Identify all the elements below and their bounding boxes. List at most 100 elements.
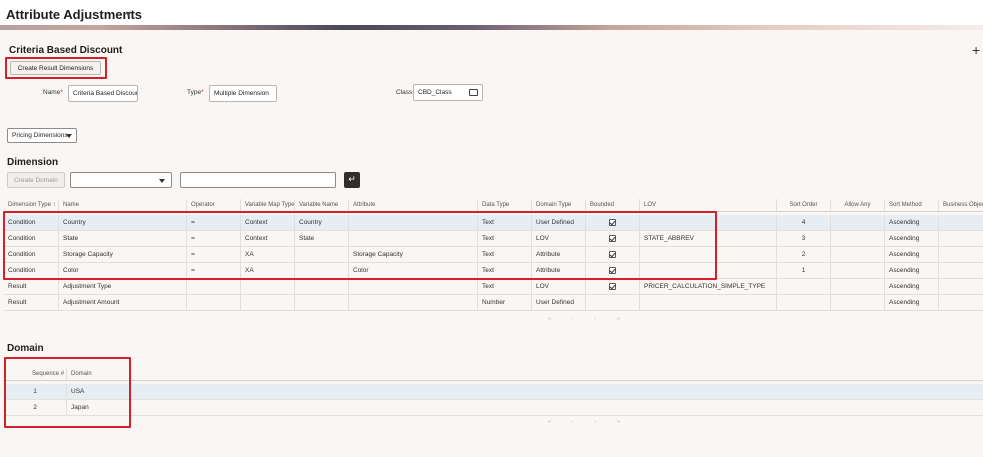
column-header[interactable]: Sort Method — [885, 199, 939, 211]
bounded-cell — [586, 279, 640, 294]
business-object-cell — [939, 231, 983, 246]
dimension-filter-select[interactable] — [70, 172, 172, 188]
column-header[interactable]: Business Object — [939, 199, 983, 211]
class-value: CBD_Class — [418, 89, 452, 96]
domain-pager: «‹ ›» — [538, 419, 630, 425]
dimension-search-input[interactable] — [180, 172, 336, 188]
sort-method-cell: Ascending — [885, 295, 939, 310]
column-header[interactable]: Dimension Type ↑ — [4, 199, 59, 211]
column-header[interactable]: Variable Name — [295, 199, 349, 211]
highlight-box — [4, 357, 131, 428]
table-row[interactable]: Result Adjustment Amount Number User Def… — [4, 295, 983, 311]
sort-arrow-icon[interactable]: ↑ — [53, 202, 56, 208]
variable-name-cell — [295, 295, 349, 310]
allow-any-cell — [831, 247, 885, 262]
allow-any-cell — [831, 295, 885, 310]
checkbox-checked-icon[interactable] — [609, 282, 616, 290]
column-header[interactable]: Domain Type — [532, 199, 586, 211]
business-object-cell — [939, 263, 983, 278]
dimension-type-cell: Result — [4, 295, 59, 310]
variable-name-cell — [295, 279, 349, 294]
sort-order-cell: 1 — [777, 263, 831, 278]
name-label: Name* — [43, 89, 63, 96]
domain-table-header: Sequence # ↑ Domain — [4, 368, 983, 381]
type-field: Multiple Dimension — [209, 85, 277, 102]
last-page-button[interactable]: » — [607, 419, 630, 425]
allow-any-cell — [831, 231, 885, 246]
chevron-down-icon — [159, 179, 165, 183]
bounded-cell — [586, 295, 640, 310]
business-object-cell — [939, 279, 983, 294]
chevron-down-icon[interactable]: ▼ — [124, 9, 133, 19]
first-page-button[interactable]: « — [538, 316, 561, 322]
column-header[interactable]: LOV — [640, 199, 777, 211]
dimension-title: Dimension — [7, 157, 59, 168]
first-page-button[interactable]: « — [538, 419, 561, 425]
name-field[interactable]: Criteria Based Discoun — [68, 85, 138, 102]
prev-page-button[interactable]: ‹ — [561, 316, 584, 322]
allow-any-cell — [831, 215, 885, 230]
dimension-pager: «‹ ›» — [538, 316, 630, 322]
sort-method-cell: Ascending — [885, 263, 939, 278]
column-header[interactable]: Sort Order — [777, 199, 831, 211]
dimension-type-cell: Result — [4, 279, 59, 294]
domain-cell: USA — [71, 388, 85, 395]
class-label: Class — [396, 89, 413, 96]
allow-any-cell — [831, 263, 885, 278]
name-cell: Adjustment Type — [59, 279, 187, 294]
lov-cell: PRICER_CALCULATION_SIMPLE_TYPE — [640, 279, 777, 294]
sort-method-cell: Ascending — [885, 279, 939, 294]
pricing-dimensions-label: Pricing Dimensions — [12, 132, 68, 139]
domain-type-cell: User Defined — [532, 295, 586, 310]
column-header[interactable]: Attribute — [349, 199, 478, 211]
pricing-dimensions-dropdown[interactable]: Pricing Dimensions — [7, 128, 77, 143]
enter-arrow-icon[interactable]: ↵ — [344, 172, 360, 188]
plus-icon[interactable]: + — [972, 42, 980, 58]
sort-method-cell: Ascending — [885, 231, 939, 246]
highlight-box — [3, 211, 717, 280]
section-title: Criteria Based Discount — [9, 45, 123, 56]
business-object-cell — [939, 247, 983, 262]
prev-page-button[interactable]: ‹ — [561, 419, 584, 425]
table-row[interactable]: Result Adjustment Type Text LOV PRICER_C… — [4, 279, 983, 295]
operator-cell — [187, 279, 241, 294]
sort-order-cell — [777, 279, 831, 294]
operator-cell — [187, 295, 241, 310]
allow-any-cell — [831, 279, 885, 294]
map-type-cell — [241, 295, 295, 310]
column-header[interactable]: Name — [59, 199, 187, 211]
sort-order-cell — [777, 295, 831, 310]
column-header[interactable]: Domain — [67, 368, 983, 380]
column-header[interactable]: Data Type — [478, 199, 532, 211]
last-page-button[interactable]: » — [607, 316, 630, 322]
domain-table: Sequence # ↑ Domain 1 USA 2 Japan — [4, 368, 983, 418]
sort-order-cell: 2 — [777, 247, 831, 262]
sort-order-cell: 4 — [777, 215, 831, 230]
next-page-button[interactable]: › — [584, 419, 607, 425]
column-header[interactable]: Variable Map Type — [241, 199, 295, 211]
domain-title: Domain — [7, 343, 44, 354]
create-result-dimensions-button[interactable]: Create Result Dimensions — [10, 61, 101, 75]
table-row[interactable]: 1 USA — [4, 384, 983, 400]
attribute-cell — [349, 295, 478, 310]
page-title: Attribute Adjustments — [6, 7, 143, 22]
domain-type-cell: LOV — [532, 279, 586, 294]
data-type-cell: Text — [478, 279, 532, 294]
next-page-button[interactable]: › — [584, 316, 607, 322]
column-header[interactable]: Operator — [187, 199, 241, 211]
type-label: Type* — [187, 89, 204, 96]
chevron-down-icon — [66, 134, 72, 138]
business-object-cell — [939, 215, 983, 230]
create-domain-button[interactable]: Create Domain — [7, 172, 65, 188]
business-object-cell — [939, 295, 983, 310]
sort-method-cell: Ascending — [885, 247, 939, 262]
sort-order-cell: 3 — [777, 231, 831, 246]
column-header[interactable]: Bounded — [586, 199, 640, 211]
lookup-icon[interactable] — [469, 89, 478, 96]
data-type-cell: Number — [478, 295, 532, 310]
map-type-cell — [241, 279, 295, 294]
attribute-cell — [349, 279, 478, 294]
table-row[interactable]: 2 Japan — [4, 400, 983, 416]
class-field[interactable]: CBD_Class — [413, 84, 483, 101]
column-header[interactable]: Allow Any — [831, 199, 885, 211]
